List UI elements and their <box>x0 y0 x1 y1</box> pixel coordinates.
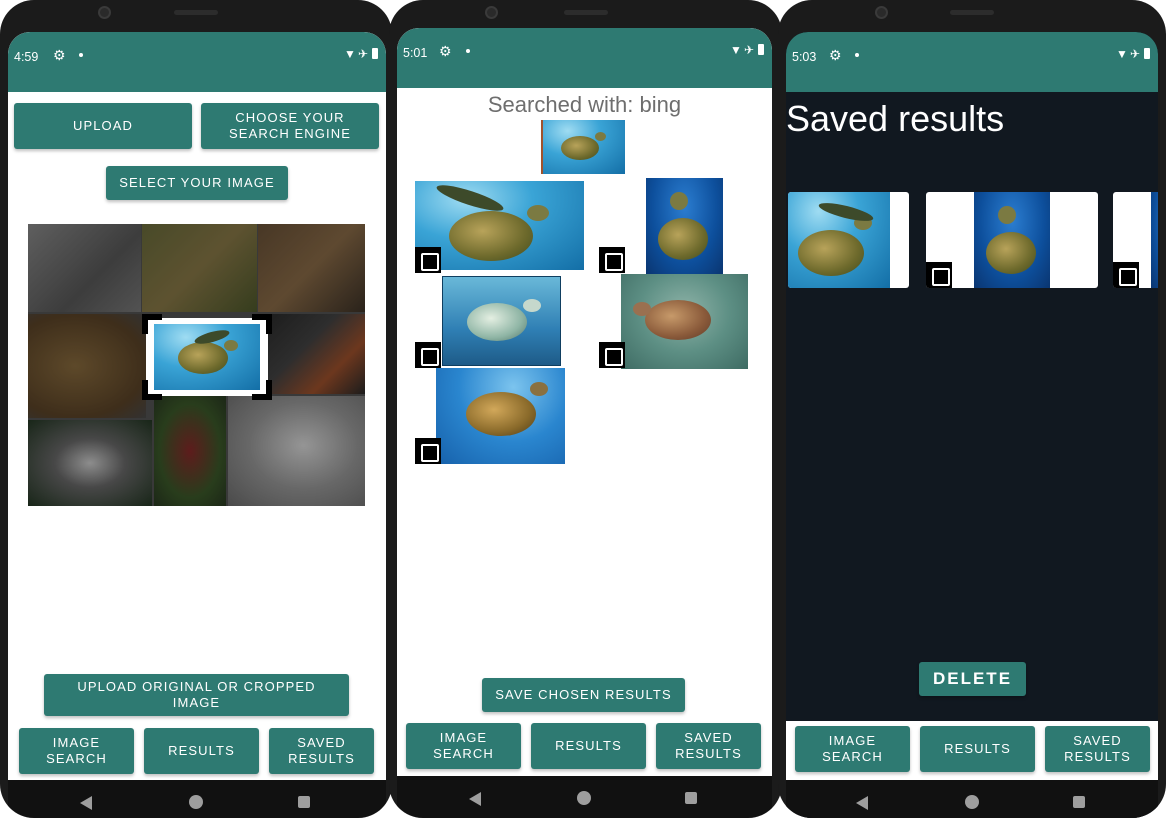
nav-saved-results-button[interactable]: SAVED RESULTS <box>1045 726 1150 772</box>
saved-result-image <box>1151 192 1158 288</box>
home-icon[interactable] <box>577 791 591 805</box>
back-icon[interactable] <box>469 792 481 806</box>
earpiece <box>174 10 218 15</box>
front-camera <box>98 6 111 19</box>
recent-apps-icon[interactable] <box>1073 796 1085 808</box>
result-image[interactable] <box>442 276 561 366</box>
save-chosen-results-button[interactable]: SAVE CHOSEN RESULTS <box>482 678 685 712</box>
crop-handle-bottom-right[interactable] <box>252 380 272 400</box>
recent-apps-icon[interactable] <box>685 792 697 804</box>
saved-result-card[interactable] <box>1113 192 1158 288</box>
battery-icon <box>1144 48 1150 59</box>
wifi-icon: ▼ <box>730 43 744 57</box>
crop-handle-top-left[interactable] <box>142 314 162 334</box>
crop-selection[interactable] <box>142 314 272 400</box>
earpiece <box>563 10 608 15</box>
airplane-icon: ✈ <box>357 47 370 61</box>
battery-icon <box>372 48 378 59</box>
crop-handle-top-right[interactable] <box>252 314 272 334</box>
query-image <box>541 120 625 174</box>
result-checkbox[interactable] <box>599 247 625 273</box>
status-time: 5:01 <box>403 46 428 60</box>
airplane-icon: ✈ <box>1129 47 1142 61</box>
notification-dot-icon <box>79 53 83 57</box>
nav-image-search-button[interactable]: IMAGE SEARCH <box>406 723 521 769</box>
status-bar: 5:03 ⚙ ▼✈ <box>786 32 1158 92</box>
result-checkbox[interactable] <box>415 342 441 368</box>
result-checkbox[interactable] <box>415 438 441 464</box>
front-camera <box>485 6 498 19</box>
status-bar: 4:59 ⚙ ▼✈ <box>8 32 386 92</box>
saved-result-checkbox[interactable] <box>1113 262 1139 288</box>
status-bar: 5:01 ⚙ ▼✈ <box>397 28 772 88</box>
nav-image-search-button[interactable]: IMAGE SEARCH <box>795 726 910 772</box>
nav-results-button[interactable]: RESULTS <box>920 726 1035 772</box>
nav-saved-results-button[interactable]: SAVED RESULTS <box>656 723 761 769</box>
system-nav-bar <box>8 780 386 818</box>
back-icon[interactable] <box>856 796 868 810</box>
choose-search-engine-button[interactable]: CHOOSE YOUR SEARCH ENGINE <box>201 103 379 149</box>
home-icon[interactable] <box>965 795 979 809</box>
upload-original-or-cropped-button[interactable]: UPLOAD ORIGINAL OR CROPPED IMAGE <box>44 674 349 716</box>
select-image-button[interactable]: SELECT YOUR IMAGE <box>106 166 288 200</box>
earpiece <box>950 10 994 15</box>
result-checkbox[interactable] <box>415 247 441 273</box>
home-icon[interactable] <box>189 795 203 809</box>
saved-result-image <box>974 192 1050 288</box>
animal-collage[interactable] <box>28 224 365 506</box>
status-time: 4:59 <box>14 50 39 64</box>
wifi-icon: ▼ <box>1116 47 1130 61</box>
saved-result-checkbox[interactable] <box>926 262 952 288</box>
screen-results: 5:01 ⚙ ▼✈ Searched with: bing SAVE CHOSE… <box>397 28 772 818</box>
status-time: 5:03 <box>792 50 817 64</box>
notification-dot-icon <box>855 53 859 57</box>
front-camera <box>875 6 888 19</box>
gear-icon: ⚙ <box>439 43 452 59</box>
battery-icon <box>758 44 764 55</box>
system-nav-bar <box>786 780 1158 818</box>
upload-button[interactable]: UPLOAD <box>14 103 192 149</box>
crop-turtle-image <box>154 324 260 390</box>
nav-results-button[interactable]: RESULTS <box>531 723 646 769</box>
phone-image-search: 4:59 ⚙ ▼✈ UPLOAD CHOOSE YOUR SEARCH ENGI… <box>0 0 392 818</box>
wifi-icon: ▼ <box>344 47 358 61</box>
page-title: Saved results <box>786 98 1005 139</box>
searched-with-label: Searched with: bing <box>487 92 682 117</box>
status-icons: ▼✈ <box>344 47 378 61</box>
status-icons: ▼✈ <box>730 43 764 57</box>
result-image[interactable] <box>436 368 565 464</box>
delete-button[interactable]: DELETE <box>919 662 1026 696</box>
nav-image-search-button[interactable]: IMAGE SEARCH <box>19 728 134 774</box>
result-image[interactable] <box>646 178 723 274</box>
recent-apps-icon[interactable] <box>298 796 310 808</box>
status-icons: ▼✈ <box>1116 47 1150 61</box>
gear-icon: ⚙ <box>53 47 66 63</box>
system-nav-bar <box>397 776 772 818</box>
saved-result-card[interactable] <box>788 192 909 288</box>
notification-dot-icon <box>466 49 470 53</box>
screen-image-search: 4:59 ⚙ ▼✈ UPLOAD CHOOSE YOUR SEARCH ENGI… <box>8 32 386 818</box>
crop-handle-bottom-left[interactable] <box>142 380 162 400</box>
saved-result-card[interactable] <box>926 192 1098 288</box>
result-image[interactable] <box>621 274 748 369</box>
back-icon[interactable] <box>80 796 92 810</box>
phone-results: 5:01 ⚙ ▼✈ Searched with: bing SAVE CHOSE… <box>389 0 782 818</box>
airplane-icon: ✈ <box>743 43 756 57</box>
nav-results-button[interactable]: RESULTS <box>144 728 259 774</box>
result-checkbox[interactable] <box>599 342 625 368</box>
phone-saved-results: 5:03 ⚙ ▼✈ Saved results DELETE IMAGE SEA… <box>778 0 1166 818</box>
nav-saved-results-button[interactable]: SAVED RESULTS <box>269 728 374 774</box>
saved-result-image <box>788 192 890 288</box>
gear-icon: ⚙ <box>829 47 842 63</box>
screen-saved-results: 5:03 ⚙ ▼✈ Saved results DELETE IMAGE SEA… <box>786 32 1158 818</box>
